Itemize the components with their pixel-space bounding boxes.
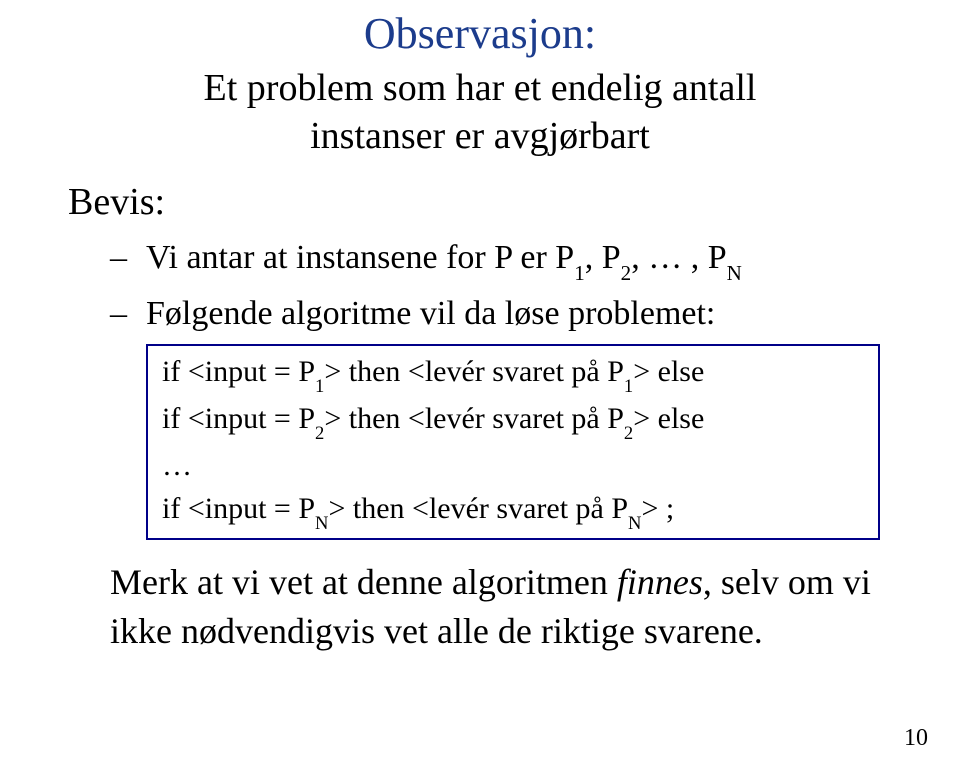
bullet-2: – Følgende algoritme vil da løse problem… [110,290,910,338]
subtitle-line-2: instanser er avgjørbart [310,115,650,157]
algo-3-sub2: N [628,513,641,534]
algo-1b: > then <levér svaret på P [324,355,624,388]
conclusion: Merk at vi vet at denne algoritmen finne… [110,558,890,655]
algo-3c: > ; [641,492,674,525]
page-number: 10 [904,725,928,752]
subtitle: Et problem som har et endelig antall ins… [50,65,910,160]
algo-3b: > then <levér svaret på P [328,492,628,525]
bullet-1-pre: Vi antar at instansene for P er P [146,239,574,276]
algo-3a: if <input = P [162,492,315,525]
algo-line-3: if <input = PN> then <levér svaret på PN… [162,487,864,534]
bullet-1-text: Vi antar at instansene for P er P1, P2, … [146,234,742,284]
conclusion-a: Merk at vi vet at denne algoritmen [110,562,617,602]
algo-2-sub1: 2 [315,423,324,444]
proof-label: Bevis: [68,180,910,224]
title: Observasjon: [50,0,910,59]
slide: Observasjon: Et problem som har et endel… [0,0,960,770]
sub-1: 1 [574,261,585,285]
dash-icon: – [110,290,146,338]
algo-line-1: if <input = P1> then <levér svaret på P1… [162,350,864,397]
subtitle-line-1: Et problem som har et endelig antall [204,67,757,109]
dash-icon: – [110,234,146,282]
algo-2a: if <input = P [162,402,315,435]
algo-2-sub2: 2 [624,423,633,444]
bullet-1: – Vi antar at instansene for P er P1, P2… [110,234,910,284]
algo-dots: … [162,444,864,488]
algo-line-2: if <input = P2> then <levér svaret på P2… [162,397,864,444]
bullet-2-text: Følgende algoritme vil da løse problemet… [146,290,715,338]
algo-1a: if <input = P [162,355,315,388]
bullet-1-mid: , P [585,239,621,276]
sub-n: N [727,261,742,285]
conclusion-italic: finnes [617,562,703,602]
algo-1-sub2: 1 [624,376,633,397]
algo-1-sub1: 1 [315,376,324,397]
algo-1c: > else [633,355,704,388]
bullet-list: – Vi antar at instansene for P er P1, P2… [110,234,910,338]
algo-2b: > then <levér svaret på P [324,402,624,435]
algo-3-sub1: N [315,513,328,534]
sub-2: 2 [621,261,632,285]
algo-2c: > else [633,402,704,435]
bullet-1-post: , … , P [631,239,726,276]
algorithm-box: if <input = P1> then <levér svaret på P1… [146,344,880,540]
